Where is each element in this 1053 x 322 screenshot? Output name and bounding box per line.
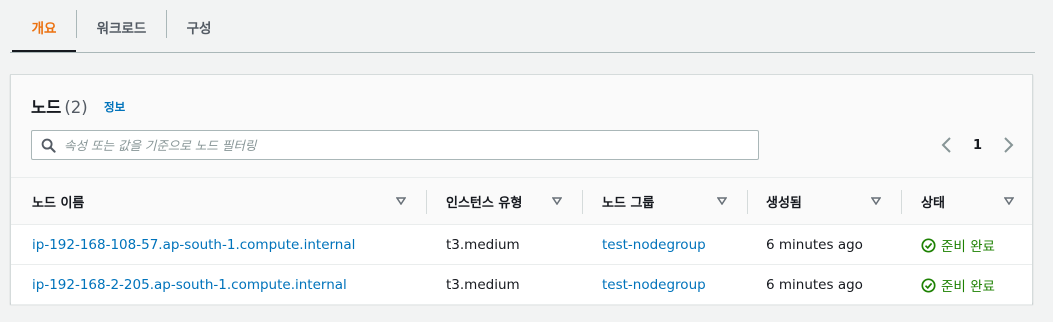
- table-row: ip-192-168-108-57.ap-south-1.compute.int…: [11, 225, 1032, 265]
- status-cell: 준비 완료: [921, 225, 995, 265]
- chevron-right-icon: [1004, 137, 1014, 153]
- created-cell: 6 minutes ago: [766, 237, 863, 253]
- node-name-link[interactable]: ip-192-168-108-57.ap-south-1.compute.int…: [32, 225, 355, 265]
- info-link[interactable]: 정보: [104, 99, 125, 115]
- tab-configuration[interactable]: 구성: [167, 0, 231, 53]
- panel-title: 노드 (2): [31, 94, 88, 118]
- status-text: 준비 완료: [941, 279, 995, 295]
- column-label: 상태: [921, 195, 945, 211]
- node-group-link[interactable]: test-nodegroup: [602, 225, 706, 265]
- status-check-icon: [921, 237, 936, 253]
- column-header-created[interactable]: 생성됨: [766, 178, 886, 224]
- column-label: 생성됨: [766, 195, 802, 211]
- column-header-status[interactable]: 상태: [921, 178, 1021, 224]
- search-box[interactable]: [31, 130, 759, 160]
- tab-workloads[interactable]: 워크로드: [77, 0, 166, 53]
- panel-header: 노드(2) 정보 1: [11, 75, 1032, 177]
- tab-label: 워크로드: [96, 20, 147, 37]
- sort-caret-icon: [1004, 197, 1014, 205]
- node-group-link[interactable]: test-nodegroup: [602, 265, 706, 305]
- column-divider: [426, 190, 427, 214]
- table-row: ip-192-168-2-205.ap-south-1.compute.inte…: [11, 265, 1032, 305]
- node-count: (2): [64, 98, 88, 117]
- sort-caret-icon: [552, 197, 562, 205]
- column-header-instance-type[interactable]: 인스턴스 유형: [446, 178, 566, 224]
- column-divider: [582, 190, 583, 214]
- status-text: 준비 완료: [941, 239, 995, 255]
- column-label: 노드 이름: [32, 195, 85, 211]
- tab-label: 구성: [186, 20, 212, 37]
- column-label: 인스턴스 유형: [446, 195, 523, 211]
- table-header: 노드 이름 인스턴스 유형 노드 그룹 생성됨 상태: [11, 177, 1032, 225]
- nodes-panel: 노드(2) 정보 1 노드 이름: [10, 74, 1033, 305]
- status-check-icon: [921, 277, 936, 293]
- column-divider: [901, 190, 902, 214]
- search-input[interactable]: [64, 131, 754, 159]
- sort-caret-icon: [396, 197, 406, 205]
- sort-caret-icon: [717, 197, 727, 205]
- column-label: 노드 그룹: [602, 195, 655, 211]
- column-header-node-group[interactable]: 노드 그룹: [602, 178, 732, 224]
- status-cell: 준비 완료: [921, 265, 995, 305]
- column-header-node-name[interactable]: 노드 이름: [32, 178, 408, 224]
- tab-label: 개요: [31, 20, 57, 37]
- panel-title-text: 노드: [31, 98, 62, 117]
- node-name-link[interactable]: ip-192-168-2-205.ap-south-1.compute.inte…: [32, 265, 347, 305]
- chevron-left-icon: [941, 137, 951, 153]
- tab-baseline: [10, 52, 1035, 53]
- instance-type-cell: t3.medium: [446, 277, 520, 293]
- pagination-prev[interactable]: [940, 135, 954, 155]
- tab-bar: 개요 워크로드 구성: [0, 0, 1053, 53]
- tab-overview[interactable]: 개요: [12, 0, 76, 53]
- search-icon: [41, 138, 56, 153]
- instance-type-cell: t3.medium: [446, 237, 520, 253]
- created-cell: 6 minutes ago: [766, 277, 863, 293]
- pagination-next[interactable]: [1001, 135, 1015, 155]
- sort-caret-icon: [871, 197, 881, 205]
- column-divider: [747, 190, 748, 214]
- pagination-current-page[interactable]: 1: [973, 135, 982, 155]
